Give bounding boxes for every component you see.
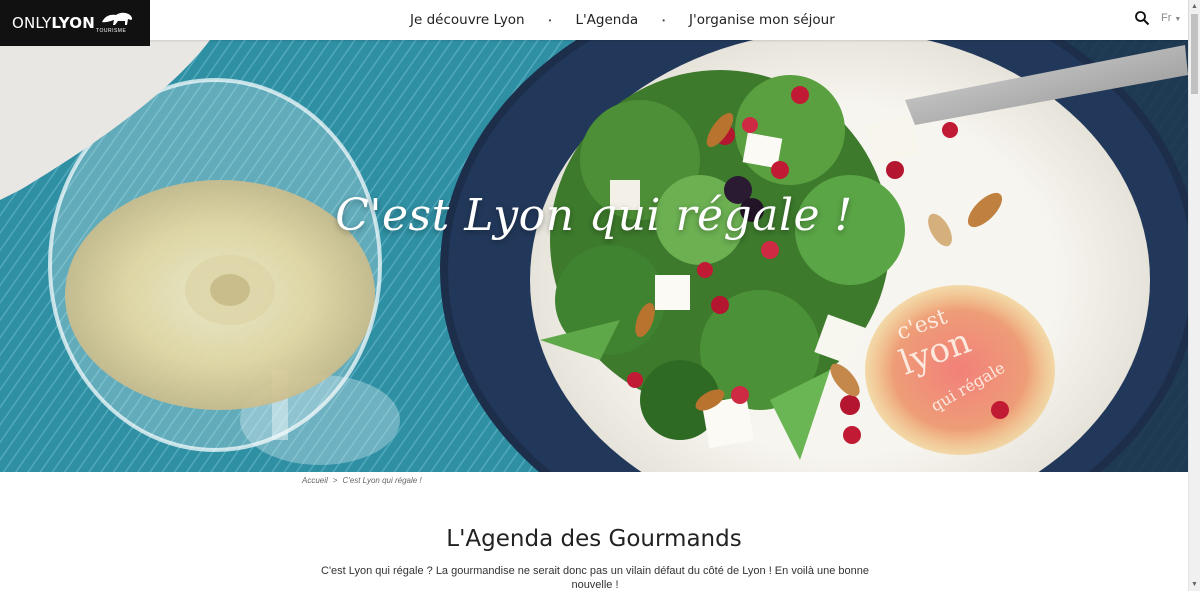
scroll-up-arrow-icon[interactable]: ▲ xyxy=(1191,3,1198,10)
main-nav: Je découvre Lyon • L'Agenda • J'organise… xyxy=(400,0,845,40)
nav-separator: • xyxy=(662,15,665,25)
nav-item-plan-stay[interactable]: J'organise mon séjour xyxy=(679,12,845,28)
breadcrumb: Accueil > C'est Lyon qui régale ! xyxy=(302,476,422,485)
scrollbar-thumb[interactable] xyxy=(1191,14,1198,94)
breadcrumb-separator: > xyxy=(332,476,338,485)
scroll-down-arrow-icon[interactable]: ▼ xyxy=(1191,581,1198,588)
nav-separator: • xyxy=(548,15,552,25)
language-selector[interactable]: Fr ▼ xyxy=(1161,12,1181,24)
language-label: Fr xyxy=(1161,12,1172,24)
intro-text: C'est Lyon qui régale ? La gourmandise n… xyxy=(321,565,869,591)
hero-title: C'est Lyon qui régale ! xyxy=(335,190,853,241)
chevron-down-icon: ▼ xyxy=(1174,16,1182,23)
breadcrumb-current: C'est Lyon qui régale ! xyxy=(342,476,422,485)
nav-item-discover[interactable]: Je découvre Lyon xyxy=(400,12,535,28)
hero-banner: c'est lyon qui régale C'est Lyon qui rég… xyxy=(0,40,1188,472)
lion-icon xyxy=(102,12,133,25)
site-logo[interactable]: ONLYLYON TOURISME xyxy=(0,0,150,46)
hero-image: c'est lyon qui régale xyxy=(0,40,1188,472)
site-header: Je découvre Lyon • L'Agenda • J'organise… xyxy=(0,0,1188,40)
nav-item-agenda[interactable]: L'Agenda xyxy=(565,12,648,28)
search-icon[interactable] xyxy=(1134,10,1150,26)
breadcrumb-home-link[interactable]: Accueil xyxy=(302,476,328,485)
section-title: L'Agenda des Gourmands xyxy=(446,526,742,552)
page-scrollbar[interactable]: ▲ ▼ xyxy=(1188,0,1200,591)
logo-wordmark: ONLYLYON xyxy=(12,14,96,32)
logo-subtitle: TOURISME xyxy=(96,28,127,34)
